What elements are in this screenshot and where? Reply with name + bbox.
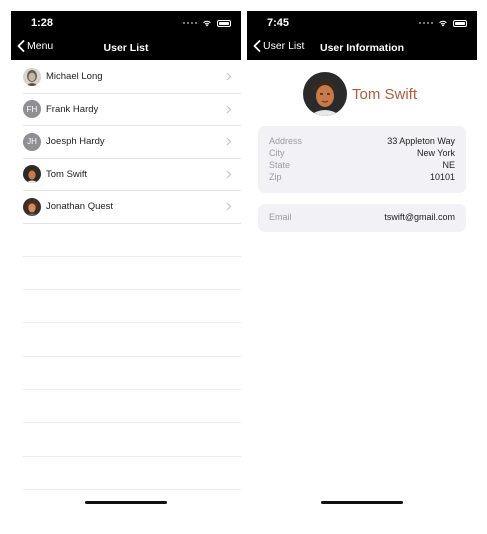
field-label: State [269,160,291,170]
empty-row-separator [23,323,241,357]
state-row: State NE [269,160,455,172]
status-time: 1:28 [31,17,54,29]
back-chevron-icon [253,40,261,52]
empty-row-separator [23,257,241,291]
profile-header: Tom Swift [303,72,417,116]
back-button-label: Menu [27,40,54,52]
empty-row-separator [23,224,241,257]
field-value: NE [442,160,455,170]
status-bar: 1:28 [11,11,241,35]
list-item-michael-long[interactable]: Michael Long [23,61,241,94]
field-label: Address [269,136,303,146]
avatar [23,197,41,216]
list-item-joesph-hardy[interactable]: JH Joesph Hardy [23,126,241,159]
navigation-bar: Menu User List [11,35,241,60]
user-name: Michael Long [46,71,103,83]
list-item-frank-hardy[interactable]: FH Frank Hardy [23,94,241,126]
user-name: Jonathan Quest [46,201,114,213]
back-button[interactable]: Menu [17,40,53,52]
battery-icon [453,19,467,27]
list-item-jonathan-quest[interactable]: Jonathan Quest [23,191,241,224]
avatar: FH [23,100,41,119]
disclosure-chevron-icon [226,105,232,113]
status-bar: 7:45 [247,11,477,35]
user-name: Frank Hardy [46,103,99,115]
disclosure-chevron-icon [226,202,232,211]
empty-row-separator [23,423,241,457]
user-list-screen: 1:28 Menu User List Michael Long FH Fran… [11,11,241,520]
address-card: Address 33 Appleton Way City New York St… [258,126,466,193]
field-value: 10101 [429,172,455,182]
cellular-dots-icon [183,22,197,24]
empty-row-separator [23,457,241,490]
field-value: 33 Appleton Way [387,136,455,146]
avatar [303,72,347,116]
user-name: Tom Swift [46,168,88,180]
status-icons [419,19,467,27]
avatar [23,165,41,184]
navigation-bar: User List User Information [247,35,477,60]
city-row: City New York [269,148,455,160]
disclosure-chevron-icon [226,72,232,81]
home-indicator[interactable] [85,501,167,504]
email-row: Email tswift@gmail.com [269,212,455,224]
profile-name: Tom Swift [352,85,418,103]
user-information-screen: 7:45 User List User Information Tom Swif… [247,11,477,520]
empty-row-separator [23,357,241,390]
status-time: 7:45 [267,17,290,29]
field-value: New York [416,148,455,158]
list-item-tom-swift[interactable]: Tom Swift [23,159,241,191]
contact-card: Email tswift@gmail.com [258,204,466,232]
zip-row: Zip 10101 [269,172,455,184]
back-chevron-icon [17,40,25,52]
back-button[interactable]: User List [253,40,304,52]
avatar-initials: FH [26,104,38,114]
wifi-icon [203,20,211,27]
email-value[interactable]: tswift@gmail.com [384,212,455,222]
user-list: Michael Long FH Frank Hardy JH Joesph Ha… [23,61,241,490]
wifi-icon [439,20,447,27]
field-label: Zip [269,172,282,182]
field-label: Email [269,212,292,222]
home-indicator[interactable] [321,501,403,504]
address-row: Address 33 Appleton Way [269,136,455,148]
cellular-dots-icon [419,22,433,24]
back-button-label: User List [263,40,305,52]
disclosure-chevron-icon [226,137,232,146]
avatar [23,67,41,86]
user-name: Joesph Hardy [46,136,105,148]
empty-row-separator [23,290,241,324]
status-icons [183,19,231,27]
field-label: City [269,148,285,158]
battery-icon [217,19,231,27]
avatar: JH [23,132,41,151]
avatar-initials: JH [27,137,37,147]
disclosure-chevron-icon [226,170,232,178]
empty-row-separator [23,390,241,424]
